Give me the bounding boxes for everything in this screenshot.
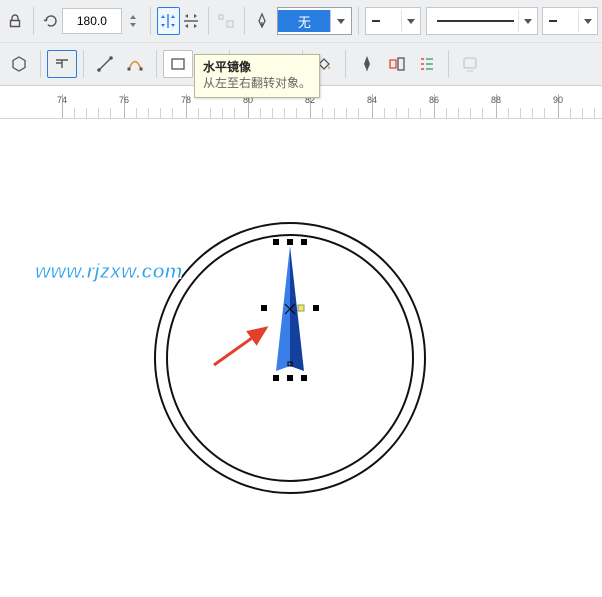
hexagon-tool-icon[interactable] [4,50,34,78]
align-panel-icon[interactable] [382,50,412,78]
list-settings-icon[interactable] [412,50,442,78]
ruler-label: 76 [119,95,129,105]
selected-object[interactable] [261,239,319,381]
ruler-label: 86 [429,95,439,105]
fill-swatch-label: 无 [278,10,330,32]
line-style-start-dropdown[interactable] [365,7,421,35]
bezier-node-icon[interactable] [120,50,150,78]
rotate-ccw-icon[interactable] [39,7,62,35]
app-root: 无 [0,0,602,597]
workspace: 747678808284868890 [0,94,602,597]
text-tool-icon[interactable] [47,50,77,78]
lock-icon[interactable] [4,7,27,35]
distribute-icon [215,7,238,35]
calligraphy-pen-icon[interactable] [352,50,382,78]
line-style-mid-dropdown[interactable] [426,7,538,35]
presentation-icon [455,50,485,78]
chevron-down-icon[interactable] [330,10,351,32]
canvas[interactable] [0,118,602,597]
ruler-label: 78 [181,95,191,105]
ruler-label: 88 [491,95,501,105]
mirror-horizontal-button[interactable] [157,7,180,35]
ruler-label: 74 [57,95,67,105]
stepper-icon[interactable] [122,7,145,35]
rectangle-shape-icon[interactable] [163,50,193,78]
line-segment-icon[interactable] [90,50,120,78]
ruler-label: 84 [367,95,377,105]
tooltip-title: 水平镜像 [203,59,311,75]
pen-outline-icon[interactable] [250,7,273,35]
rotation-input[interactable] [62,8,122,34]
mirror-vertical-button[interactable] [180,7,203,35]
tooltip: 水平镜像 从左至右翻转对象。 [194,54,320,98]
annotation-arrow [214,328,266,365]
ruler-label: 90 [553,95,563,105]
fill-none-dropdown[interactable]: 无 [277,7,352,35]
property-bar-1: 无 [0,0,602,43]
line-style-end-dropdown[interactable] [542,7,598,35]
tooltip-body: 从左至右翻转对象。 [203,75,311,91]
